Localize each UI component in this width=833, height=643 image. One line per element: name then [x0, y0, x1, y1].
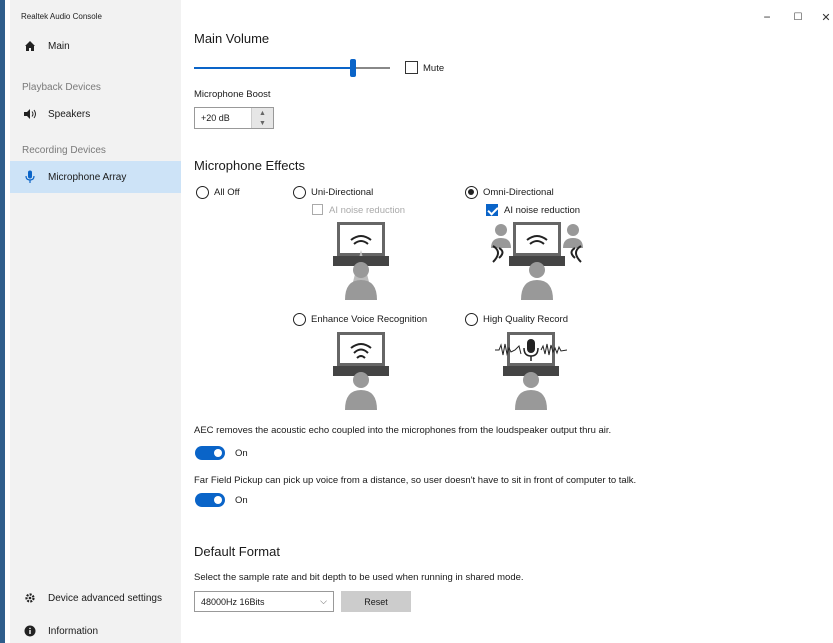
app-window: Realtek Audio Console Main Playback Devi… [0, 0, 833, 643]
sidebar-item-speakers[interactable]: Speakers [10, 98, 181, 130]
sidebar-item-device-advanced-settings[interactable]: Device advanced settings [10, 582, 181, 614]
omni-ai-noise-label: AI noise reduction [504, 205, 581, 216]
radio-omni-directional[interactable] [465, 186, 478, 199]
sidebar-item-label: Device advanced settings [48, 592, 162, 604]
main-volume-slider[interactable] [194, 59, 390, 77]
chevron-up-icon[interactable]: ▲ [252, 108, 273, 118]
sample-rate-value: 48000Hz 16Bits [201, 596, 265, 607]
info-icon [22, 623, 38, 639]
main-volume-title: Main Volume [194, 31, 270, 46]
gear-icon [22, 590, 38, 606]
aec-state: On [235, 448, 248, 459]
all-off-label: All Off [214, 187, 240, 198]
mic-boost-label: Microphone Boost [194, 89, 271, 100]
mute-label: Mute [423, 63, 445, 74]
sidebar-item-label: Microphone Array [48, 171, 127, 183]
uni-ai-noise-checkbox[interactable] [312, 204, 323, 215]
app-title: Realtek Audio Console [21, 12, 102, 21]
main-volume-fill [194, 67, 353, 69]
radio-high-quality-record[interactable] [465, 313, 478, 326]
sidebar-item-main[interactable]: Main [10, 30, 181, 62]
aec-toggle[interactable] [195, 446, 225, 460]
recording-section-header: Recording Devices [22, 145, 106, 156]
high-quality-record-illustration [495, 332, 567, 410]
mute-checkbox[interactable] [405, 61, 418, 74]
chevron-down-icon: ⌵ [320, 596, 327, 606]
playback-section-header: Playback Devices [22, 82, 101, 93]
main-volume-thumb[interactable] [350, 59, 356, 77]
sidebar-item-information[interactable]: Information [10, 615, 181, 643]
omni-ai-noise-checkbox[interactable] [486, 204, 498, 216]
high-quality-label: High Quality Record [483, 314, 569, 325]
omni-directional-illustration [491, 222, 583, 300]
aec-description: AEC removes the acoustic echo coupled in… [194, 425, 612, 436]
reset-button[interactable]: Reset [341, 591, 411, 612]
sample-rate-select[interactable]: 48000Hz 16Bits ⌵ [194, 591, 334, 612]
microphone-icon [22, 169, 38, 185]
far-field-description: Far Field Pickup can pick up voice from … [194, 475, 637, 486]
sidebar-item-label: Speakers [48, 108, 91, 120]
mic-effects-title: Microphone Effects [194, 158, 306, 173]
omni-directional-label: Omni-Directional [483, 187, 554, 198]
mic-boost-stepper[interactable]: +20 dB ▲ ▼ [194, 107, 274, 129]
sidebar-item-label: Information [48, 625, 99, 637]
uni-directional-label: Uni-Directional [311, 187, 374, 198]
home-icon [22, 38, 38, 54]
uni-ai-noise-label: AI noise reduction [329, 205, 406, 216]
uni-directional-illustration [333, 222, 389, 300]
close-button[interactable]: ✕ [811, 6, 833, 28]
speaker-icon [22, 106, 38, 122]
sidebar-item-microphone-array[interactable]: Microphone Array [10, 161, 181, 193]
radio-all-off[interactable] [196, 186, 209, 199]
sidebar-item-label: Main [48, 40, 70, 52]
radio-uni-directional[interactable] [293, 186, 306, 199]
maximize-button[interactable]: ☐ [783, 6, 813, 28]
mic-boost-value: +20 dB [201, 113, 230, 123]
sidebar: Realtek Audio Console Main Playback Devi… [10, 0, 181, 643]
default-format-title: Default Format [194, 544, 280, 559]
minimize-button[interactable]: − [752, 6, 782, 28]
enhance-voice-label: Enhance Voice Recognition [311, 314, 428, 325]
far-field-state: On [235, 495, 248, 506]
far-field-toggle[interactable] [195, 493, 225, 507]
radio-enhance-voice-recognition[interactable] [293, 313, 306, 326]
default-format-description: Select the sample rate and bit depth to … [194, 572, 524, 583]
chevron-down-icon[interactable]: ▼ [252, 118, 273, 128]
enhance-voice-illustration [333, 332, 389, 410]
